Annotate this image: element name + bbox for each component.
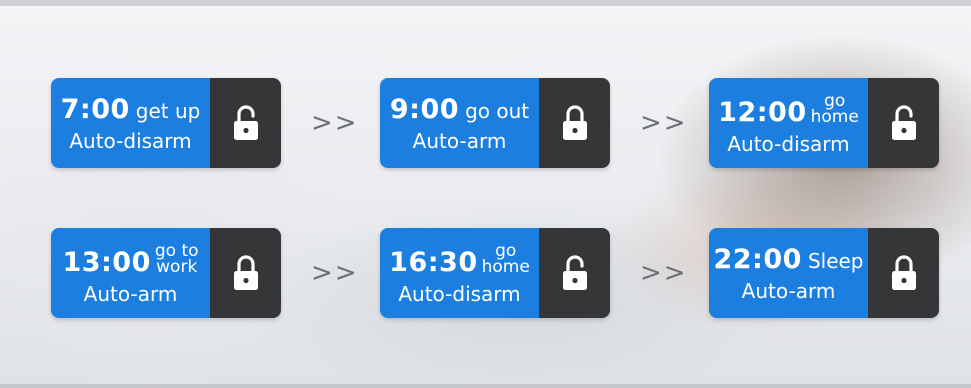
schedule-time: 7:00: [60, 93, 130, 125]
schedule-card-1: 9:00 go out Auto-arm: [380, 78, 610, 168]
schedule-event: go out: [465, 98, 530, 123]
schedule-action: Auto-arm: [741, 278, 836, 303]
schedule-card-info: 7:00 get up Auto-disarm: [51, 78, 210, 168]
lock-panel: [868, 228, 939, 318]
schedule-time: 12:00: [718, 96, 807, 128]
lock-panel: [210, 228, 281, 318]
schedule-event-line: home: [810, 106, 859, 127]
schedule-card-heading: 7:00 get up: [61, 96, 201, 123]
lock-panel: [539, 228, 610, 318]
schedule-card-4: 16:30 go home Auto-disarm: [380, 228, 610, 318]
schedule-card-heading: 16:30 go home: [389, 242, 530, 278]
schedule-event: go home: [481, 242, 530, 277]
padlock-icon: [233, 105, 258, 140]
schedule-event-line: home: [481, 256, 530, 277]
schedule-card-info: 22:00 Sleep Auto-arm: [709, 228, 868, 318]
padlock-icon: [562, 255, 587, 290]
schedule-card-0: 7:00 get up Auto-disarm: [51, 78, 281, 168]
lock-panel: [210, 78, 281, 168]
schedule-event: go home: [810, 92, 859, 127]
schedule-event: go to work: [155, 242, 199, 277]
schedule-card-info: 13:00 go to work Auto-arm: [51, 228, 210, 318]
schedule-card-5: 22:00 Sleep Auto-arm: [709, 228, 939, 318]
lock-panel: [868, 78, 939, 168]
schedule-time: 22:00: [713, 243, 802, 275]
schedule-card-2: 12:00 go home Auto-disarm: [709, 78, 939, 168]
schedule-event-line: work: [156, 256, 198, 277]
schedule-card-heading: 9:00 go out: [390, 96, 529, 123]
schedule-action: Auto-arm: [83, 281, 178, 306]
schedule-time: 9:00: [389, 93, 460, 125]
schedule-event: get up: [135, 98, 201, 123]
schedule-action: Auto-disarm: [69, 128, 192, 153]
lock-panel: [539, 78, 610, 168]
padlock-icon: [562, 105, 587, 140]
next-arrow: >>: [311, 108, 359, 138]
schedule-card-heading: 13:00 go to work: [62, 242, 199, 278]
next-arrow: >>: [640, 258, 688, 288]
padlock-icon: [233, 255, 258, 290]
schedule-action: Auto-arm: [412, 128, 507, 153]
schedule-time: 13:00: [62, 246, 151, 278]
schedule-card-info: 16:30 go home Auto-disarm: [380, 228, 539, 318]
schedule-card-info: 9:00 go out Auto-arm: [380, 78, 539, 168]
padlock-icon: [891, 255, 916, 290]
schedule-card-heading: 22:00 Sleep: [713, 246, 863, 273]
schedule-action: Auto-disarm: [727, 131, 850, 156]
schedule-time: 16:30: [389, 246, 478, 278]
schedule-event: Sleep: [807, 248, 864, 273]
schedule-action: Auto-disarm: [398, 281, 521, 306]
padlock-icon: [891, 105, 916, 140]
schedule-card-3: 13:00 go to work Auto-arm: [51, 228, 281, 318]
next-arrow: >>: [311, 258, 359, 288]
schedule-card-heading: 12:00 go home: [718, 92, 859, 128]
schedule-card-info: 12:00 go home Auto-disarm: [709, 78, 868, 168]
next-arrow: >>: [640, 108, 688, 138]
bedroom-background-image: [0, 0, 971, 388]
